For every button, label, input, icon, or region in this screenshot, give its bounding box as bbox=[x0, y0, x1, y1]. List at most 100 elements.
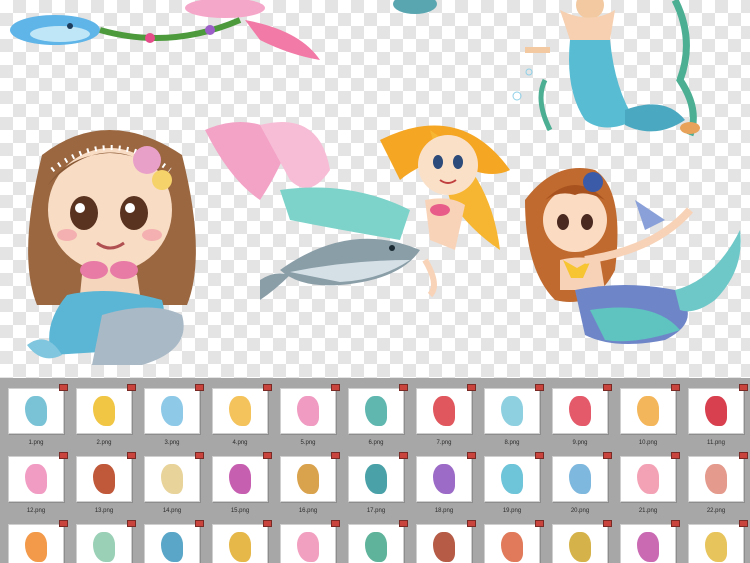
file-tile[interactable]: 13.png bbox=[70, 450, 138, 516]
file-tile[interactable] bbox=[206, 518, 274, 563]
file-thumbnail-image[interactable] bbox=[144, 388, 200, 434]
file-thumbnail-image[interactable] bbox=[8, 388, 64, 434]
file-name-label: 10.png bbox=[638, 440, 658, 446]
file-thumbnail-image[interactable] bbox=[688, 456, 744, 502]
mermaid-thumbnail-figure bbox=[501, 396, 523, 426]
file-thumbnail-image[interactable] bbox=[348, 388, 404, 434]
file-tile[interactable] bbox=[546, 518, 614, 563]
file-tile[interactable] bbox=[2, 518, 70, 563]
file-thumbnail-image[interactable] bbox=[280, 388, 336, 434]
file-type-badge-icon bbox=[127, 384, 136, 391]
file-tile[interactable]: 7.png bbox=[410, 382, 478, 448]
file-tile[interactable] bbox=[342, 518, 410, 563]
file-thumbnail-image[interactable] bbox=[280, 524, 336, 563]
file-type-badge-icon bbox=[739, 452, 748, 459]
file-thumbnail-image[interactable] bbox=[620, 388, 676, 434]
file-tile[interactable]: 8.png bbox=[478, 382, 546, 448]
file-tile[interactable] bbox=[274, 518, 342, 563]
file-tile[interactable]: 18.png bbox=[410, 450, 478, 516]
file-thumbnail-image[interactable] bbox=[416, 524, 472, 563]
file-name-label: 11.png bbox=[707, 440, 725, 446]
mermaid-thumbnail-figure bbox=[229, 396, 251, 426]
file-thumbnail-image[interactable] bbox=[552, 524, 608, 563]
file-thumbnail-image[interactable] bbox=[348, 524, 404, 563]
file-tile[interactable]: 12.png bbox=[2, 450, 70, 516]
file-type-badge-icon bbox=[467, 520, 476, 527]
file-thumbnail-image[interactable] bbox=[688, 388, 744, 434]
file-tile[interactable]: 4.png bbox=[206, 382, 274, 448]
file-thumbnail-image[interactable] bbox=[144, 524, 200, 563]
file-thumbnail-image[interactable] bbox=[484, 388, 540, 434]
little-mermaid-girl-illustration bbox=[27, 130, 196, 365]
file-thumbnail-image[interactable] bbox=[348, 456, 404, 502]
mermaid-thumbnail-figure bbox=[161, 464, 183, 494]
file-thumbnail-image[interactable] bbox=[212, 524, 268, 563]
file-tile[interactable]: 15.png bbox=[206, 450, 274, 516]
file-tile[interactable] bbox=[682, 518, 750, 563]
file-thumbnail-image[interactable] bbox=[8, 524, 64, 563]
file-tile[interactable] bbox=[138, 518, 206, 563]
file-thumbnail-image[interactable] bbox=[416, 388, 472, 434]
file-tile[interactable]: 17.png bbox=[342, 450, 410, 516]
mermaid-thumbnail-figure bbox=[705, 464, 727, 494]
file-tile[interactable]: 14.png bbox=[138, 450, 206, 516]
mermaid-thumbnail-figure bbox=[569, 464, 591, 494]
file-thumbnail-image[interactable] bbox=[212, 456, 268, 502]
file-tile[interactable]: 3.png bbox=[138, 382, 206, 448]
file-thumbnail-image[interactable] bbox=[76, 524, 132, 563]
file-thumbnail-image[interactable] bbox=[688, 524, 744, 563]
file-type-badge-icon bbox=[331, 520, 340, 527]
file-tile[interactable]: 9.png bbox=[546, 382, 614, 448]
file-name-label: 5.png bbox=[300, 440, 316, 446]
file-type-badge-icon bbox=[467, 452, 476, 459]
file-tile[interactable]: 16.png bbox=[274, 450, 342, 516]
file-type-badge-icon bbox=[59, 452, 68, 459]
file-thumbnail-image[interactable] bbox=[416, 456, 472, 502]
file-thumbnail-image[interactable] bbox=[212, 388, 268, 434]
file-thumbnail-image[interactable] bbox=[76, 388, 132, 434]
mermaid-with-dolphin-illustration bbox=[205, 122, 510, 300]
file-tile[interactable]: 11.png bbox=[682, 382, 750, 448]
file-tile[interactable]: 6.png bbox=[342, 382, 410, 448]
file-thumbnail-image[interactable] bbox=[484, 456, 540, 502]
mermaid-thumbnail-figure bbox=[93, 396, 115, 426]
file-name-label: 15.png bbox=[230, 508, 250, 514]
file-tile[interactable] bbox=[70, 518, 138, 563]
file-tile[interactable] bbox=[614, 518, 682, 563]
file-thumbnail-image[interactable] bbox=[144, 456, 200, 502]
file-type-badge-icon bbox=[59, 384, 68, 391]
file-thumbnail-image[interactable] bbox=[552, 388, 608, 434]
file-type-badge-icon bbox=[535, 520, 544, 527]
file-type-badge-icon bbox=[739, 520, 748, 527]
file-tile[interactable] bbox=[478, 518, 546, 563]
file-tile[interactable] bbox=[410, 518, 478, 563]
file-thumbnail-image[interactable] bbox=[552, 456, 608, 502]
file-tile[interactable]: 5.png bbox=[274, 382, 342, 448]
file-tile[interactable]: 21.png bbox=[614, 450, 682, 516]
file-thumbnail-image[interactable] bbox=[280, 456, 336, 502]
file-tile[interactable]: 10.png bbox=[614, 382, 682, 448]
mermaid-thumbnail-figure bbox=[365, 532, 387, 562]
file-tile[interactable]: 2.png bbox=[70, 382, 138, 448]
mermaid-thumbnail-figure bbox=[637, 396, 659, 426]
file-thumbnail-image[interactable] bbox=[76, 456, 132, 502]
mermaid-thumbnail-figure bbox=[93, 532, 115, 562]
file-tile[interactable]: 1.png bbox=[2, 382, 70, 448]
file-type-badge-icon bbox=[603, 384, 612, 391]
file-name-label: 9.png bbox=[572, 440, 588, 446]
file-thumbnail-image[interactable] bbox=[620, 456, 676, 502]
file-thumbnail-image[interactable] bbox=[8, 456, 64, 502]
file-tile[interactable]: 20.png bbox=[546, 450, 614, 516]
file-thumbnail-image[interactable] bbox=[484, 524, 540, 563]
file-tile[interactable]: 19.png bbox=[478, 450, 546, 516]
mermaid-blue-tail-illustration bbox=[512, 0, 700, 137]
file-tile[interactable]: 22.png bbox=[682, 450, 750, 516]
file-name-label: 3.png bbox=[164, 440, 180, 446]
file-type-badge-icon bbox=[399, 452, 408, 459]
file-name-label: 14.png bbox=[162, 508, 182, 514]
file-thumbnail-image[interactable] bbox=[620, 524, 676, 563]
mermaid-thumbnail-figure bbox=[501, 464, 523, 494]
mermaid-thumbnail-figure bbox=[433, 532, 455, 562]
mermaid-thumbnail-figure bbox=[433, 464, 455, 494]
file-type-badge-icon bbox=[331, 384, 340, 391]
